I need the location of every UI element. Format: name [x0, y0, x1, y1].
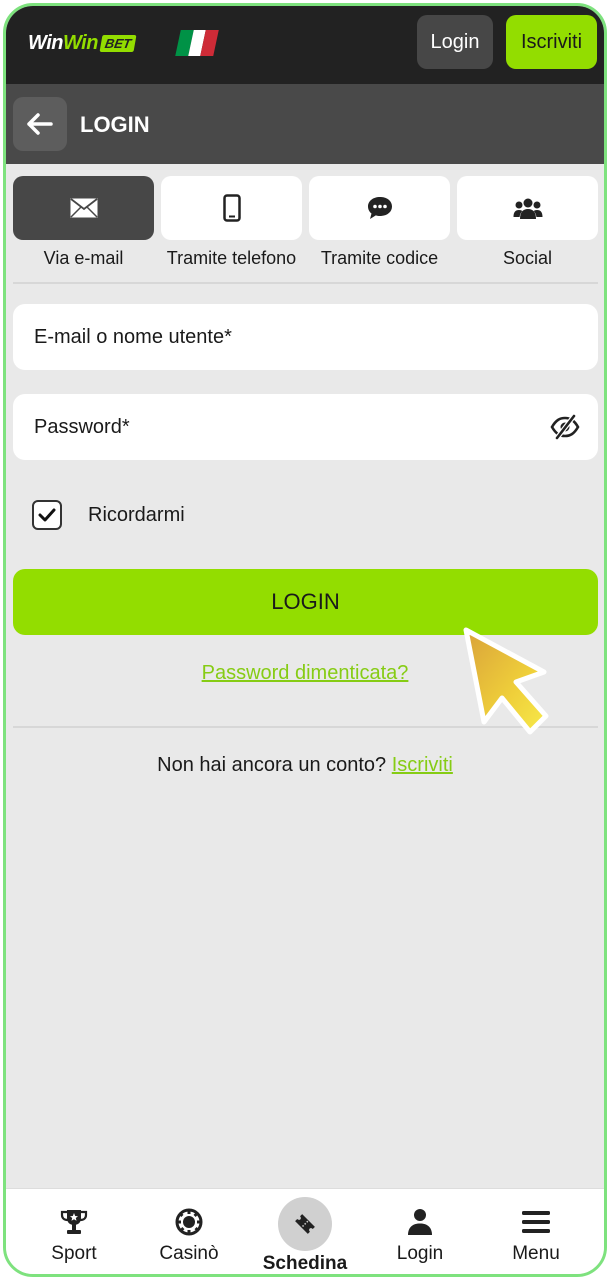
ticket-icon — [295, 1214, 315, 1234]
remember-label: Ricordarmi — [88, 503, 185, 526]
arrow-left-icon — [27, 113, 53, 135]
nav-menu-label: Menu — [512, 1243, 560, 1264]
remember-me: Ricordarmi — [32, 500, 185, 530]
tab-phone[interactable]: Tramite telefono — [161, 176, 302, 269]
logo-text-1: Win — [28, 32, 63, 54]
no-account-row: Non hai ancora un conto? Iscriviti — [6, 754, 604, 777]
phone-icon — [222, 194, 241, 222]
pointer-cursor-icon — [463, 627, 549, 735]
tab-code[interactable]: Tramite codice — [309, 176, 450, 269]
back-button[interactable] — [13, 97, 67, 151]
nav-betslip[interactable]: Schedina — [247, 1189, 363, 1274]
tab-email-label: Via e-mail — [43, 248, 124, 268]
top-header: Win Win BET Login Iscriviti — [6, 6, 604, 84]
login-method-tabs: Via e-mail Tramite telefono Tramite codi… — [13, 176, 598, 276]
nav-login[interactable]: Login — [362, 1189, 478, 1274]
email-field[interactable]: E-mail o nome utente* — [13, 304, 598, 370]
nav-casino-label: Casinò — [159, 1243, 219, 1264]
nav-menu[interactable]: Menu — [478, 1189, 594, 1274]
tab-email[interactable]: Via e-mail — [13, 176, 154, 269]
sub-header: LOGIN — [6, 84, 604, 164]
forgot-password-link[interactable]: Password dimenticata? — [202, 662, 409, 684]
checkmark-icon — [38, 508, 56, 522]
nav-casino[interactable]: Casinò — [131, 1189, 247, 1274]
remember-checkbox[interactable] — [32, 500, 62, 530]
tab-social-label: Social — [502, 248, 553, 268]
tab-phone-label: Tramite telefono — [166, 248, 297, 268]
logo-text-2: Win — [62, 32, 98, 54]
casino-chip-icon — [175, 1208, 203, 1236]
brand-logo[interactable]: Win Win BET — [28, 32, 137, 55]
header-login-button[interactable]: Login — [417, 15, 493, 69]
nav-sport[interactable]: Sport — [16, 1189, 132, 1274]
password-field[interactable]: Password* — [13, 394, 598, 460]
phone-frame: Win Win BET Login Iscriviti LOGIN Via e-… — [3, 3, 607, 1277]
italy-flag-icon[interactable] — [175, 30, 219, 56]
no-account-text: Non hai ancora un conto? — [157, 754, 387, 776]
user-icon — [408, 1209, 432, 1235]
logo-badge: BET — [99, 35, 137, 52]
signup-link[interactable]: Iscriviti — [392, 754, 453, 776]
header-register-button[interactable]: Iscriviti — [506, 15, 597, 69]
nav-sport-label: Sport — [51, 1243, 97, 1264]
divider — [13, 282, 598, 284]
trophy-icon — [60, 1210, 88, 1234]
hamburger-menu-icon — [522, 1211, 550, 1233]
tab-social[interactable]: Social — [457, 176, 598, 269]
page-title: LOGIN — [80, 112, 150, 137]
envelope-icon — [69, 198, 98, 218]
nav-login-label: Login — [396, 1243, 444, 1264]
password-placeholder: Password* — [34, 415, 130, 438]
eye-slash-icon[interactable] — [550, 413, 580, 441]
nav-betslip-label: Schedina — [262, 1253, 348, 1274]
tab-code-label: Tramite codice — [320, 248, 439, 268]
users-icon — [513, 198, 542, 219]
bottom-navigation: Sport Casinò Schedina Login Menu — [6, 1188, 604, 1274]
chat-icon — [367, 197, 392, 219]
